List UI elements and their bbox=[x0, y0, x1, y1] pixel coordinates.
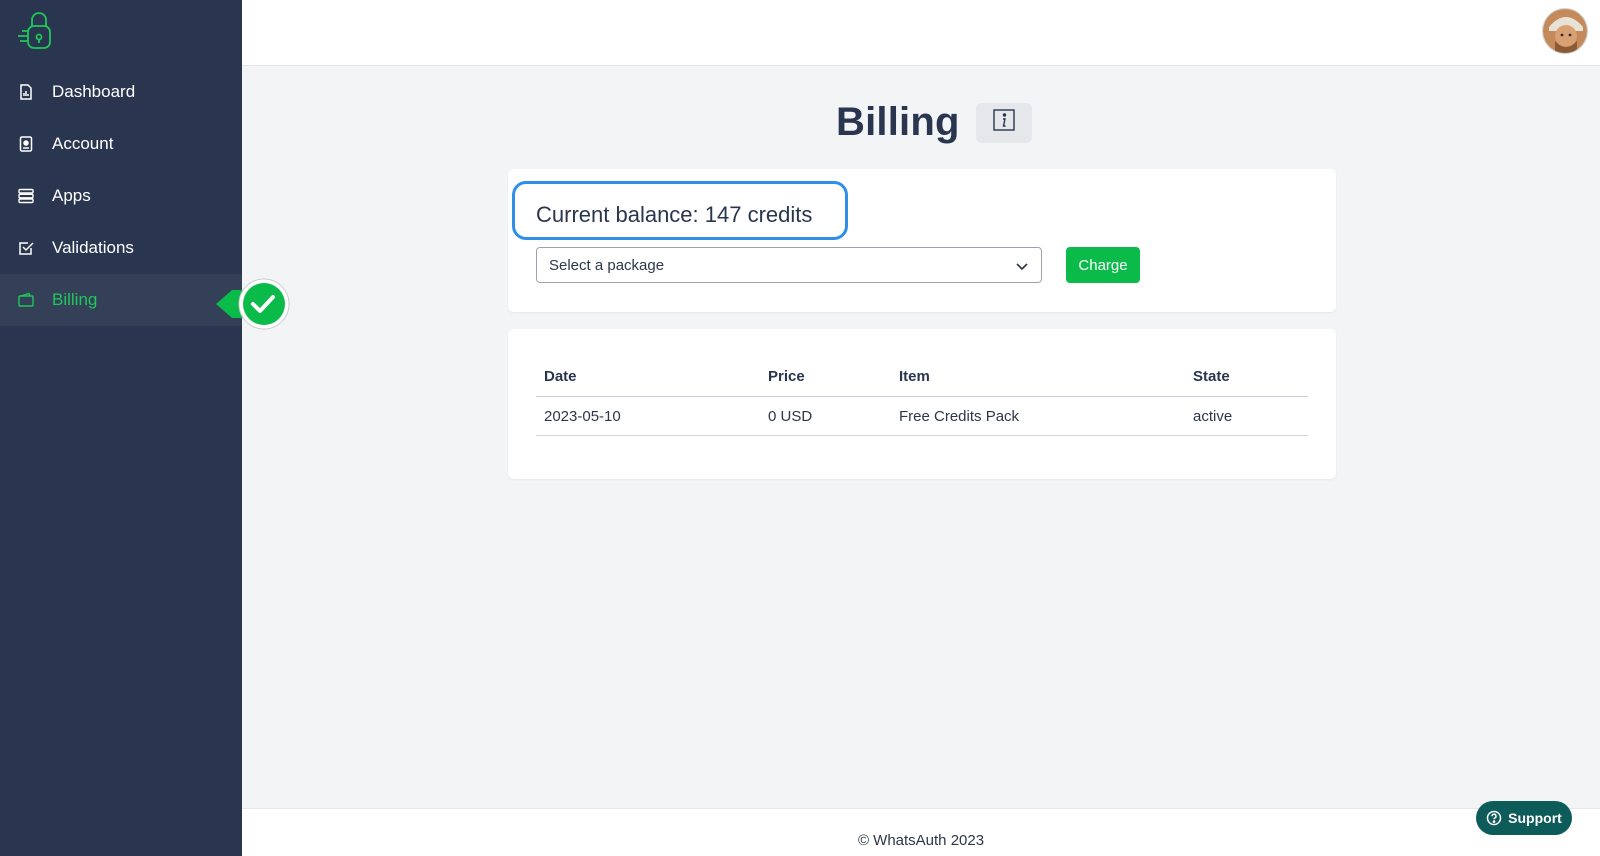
sidebar-item-label: Billing bbox=[52, 290, 98, 309]
sidebar-item-label: Dashboard bbox=[52, 82, 136, 101]
sidebar-item-billing[interactable]: Billing bbox=[0, 274, 242, 326]
user-avatar[interactable] bbox=[1542, 8, 1588, 54]
charge-button[interactable]: Charge bbox=[1066, 247, 1140, 283]
sidebar-item-dashboard[interactable]: Dashboard bbox=[0, 66, 242, 118]
column-header-state: State bbox=[1193, 368, 1230, 385]
top-bar bbox=[242, 0, 1600, 66]
chevron-down-icon bbox=[1015, 259, 1029, 273]
table-header-row: Date Price Item State bbox=[536, 357, 1308, 397]
info-icon bbox=[992, 109, 1015, 136]
package-select[interactable]: Select a package bbox=[536, 247, 1042, 283]
wallet-icon bbox=[18, 292, 34, 308]
page-title: Billing bbox=[836, 100, 960, 144]
sidebar-nav: Dashboard Account Apps Validations Billi… bbox=[0, 66, 242, 326]
server-stack-icon bbox=[18, 188, 34, 204]
column-header-price: Price bbox=[768, 368, 805, 385]
balance-card: Current balance: 147 credits Select a pa… bbox=[508, 169, 1336, 312]
column-header-date: Date bbox=[544, 368, 577, 385]
footer-copyright: © WhatsAuth 2023 bbox=[857, 832, 985, 849]
sidebar-item-validations[interactable]: Validations bbox=[0, 222, 242, 274]
whatsauth-logo-icon[interactable] bbox=[16, 10, 58, 54]
billing-history-card: Date Price Item State 2023-05-10 0 USD F… bbox=[508, 329, 1336, 479]
sidebar: Dashboard Account Apps Validations Billi… bbox=[0, 0, 242, 856]
page-header: Billing bbox=[836, 100, 1032, 145]
cell-price: 0 USD bbox=[768, 407, 813, 425]
sidebar-item-label: Apps bbox=[52, 186, 91, 205]
support-button[interactable]: Support bbox=[1476, 801, 1572, 835]
billing-history-table: Date Price Item State 2023-05-10 0 USD F… bbox=[536, 357, 1308, 436]
sidebar-item-apps[interactable]: Apps bbox=[0, 170, 242, 222]
cell-state: active bbox=[1193, 407, 1233, 425]
current-balance: Current balance: 147 credits bbox=[536, 202, 813, 227]
sidebar-item-account[interactable]: Account bbox=[0, 118, 242, 170]
document-chart-icon bbox=[18, 84, 34, 100]
checkbox-icon bbox=[18, 240, 34, 256]
sidebar-item-label: Account bbox=[52, 134, 114, 153]
step-complete-check-icon bbox=[216, 276, 294, 332]
support-label: Support bbox=[1508, 810, 1562, 826]
help-circle-icon bbox=[1486, 810, 1502, 826]
footer: © WhatsAuth 2023 bbox=[242, 808, 1600, 856]
id-card-icon bbox=[18, 136, 34, 152]
info-button[interactable] bbox=[975, 102, 1032, 143]
column-header-item: Item bbox=[899, 368, 930, 385]
cell-item: Free Credits Pack bbox=[899, 407, 1020, 425]
package-select-value: Select a package bbox=[549, 256, 665, 274]
table-row: 2023-05-10 0 USD Free Credits Pack activ… bbox=[536, 397, 1308, 436]
cell-date: 2023-05-10 bbox=[544, 407, 621, 425]
sidebar-item-label: Validations bbox=[52, 238, 134, 257]
